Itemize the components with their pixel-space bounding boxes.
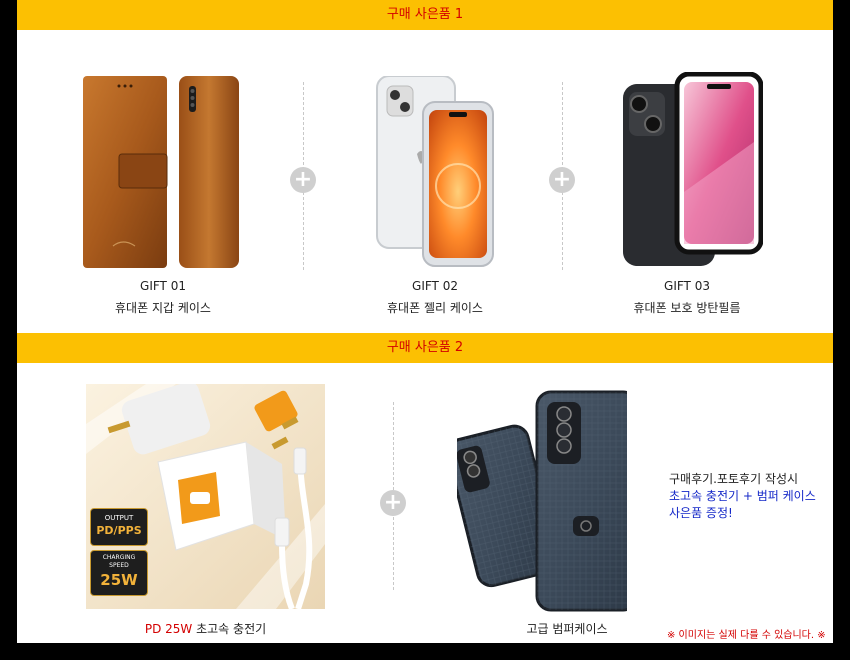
output-badge-label: OUTPUT <box>104 514 134 522</box>
bumper-case-image <box>457 390 627 612</box>
speed-badge: CHARGING SPEED 25W <box>90 550 148 596</box>
plus-icon: + <box>290 167 316 193</box>
output-badge: OUTPUT PD/PPS <box>90 508 148 546</box>
promo-text: 구매후기.포토후기 작성시 초고속 충전기 + 범퍼 케이스 사은품 증정! <box>669 471 816 522</box>
gift2-name: 휴대폰 젤리 케이스 <box>387 301 483 315</box>
gift3-caption: GIFT 03 휴대폰 보호 방탄필름 <box>607 277 767 317</box>
wallet-case-image <box>83 76 239 268</box>
gift1-name: 휴대폰 지갑 케이스 <box>115 301 211 315</box>
bumper-caption: 고급 범퍼케이스 <box>526 622 608 636</box>
charger-caption: PD 25W 초고속 충전기 <box>86 620 325 637</box>
screen-film-image <box>623 72 763 266</box>
disclaimer-note: ※ 이미지는 실제 다를 수 있습니다. ※ <box>667 630 826 641</box>
plus-icon: + <box>549 167 575 193</box>
gift1-caption: GIFT 01 휴대폰 지갑 케이스 <box>83 277 243 317</box>
promo-line3: 사은품 증정! <box>669 506 733 520</box>
plus-icon: + <box>380 490 406 516</box>
promo-line1: 구매후기.포토후기 작성시 <box>669 472 799 486</box>
section2-banner: 구매 사은품 2 <box>17 333 833 363</box>
charger-caption-rest: 초고속 충전기 <box>192 622 267 636</box>
output-badge-value: PD/PPS <box>96 524 142 537</box>
charger-caption-accent: PD 25W <box>144 622 193 636</box>
section1-banner: 구매 사은품 1 <box>17 0 833 30</box>
gift1-code: GIFT 01 <box>140 279 186 293</box>
speed-badge-value: 25W <box>100 571 138 589</box>
gift3-code: GIFT 03 <box>664 279 710 293</box>
charger-image: OUTPUT PD/PPS CHARGING SPEED 25W <box>86 384 325 609</box>
gift2-code: GIFT 02 <box>412 279 458 293</box>
speed-badge-label: CHARGING SPEED <box>102 554 136 569</box>
gift3-name: 휴대폰 보호 방탄필름 <box>633 301 741 315</box>
gift-frame: 구매 사은품 1 GIFT 01 휴대폰 지갑 케이스 + GIFT 02 휴대… <box>17 0 833 643</box>
jelly-case-image <box>376 76 494 267</box>
promo-line2: 초고속 충전기 + 범퍼 케이스 <box>669 489 816 503</box>
gift2-caption: GIFT 02 휴대폰 젤리 케이스 <box>373 277 497 317</box>
